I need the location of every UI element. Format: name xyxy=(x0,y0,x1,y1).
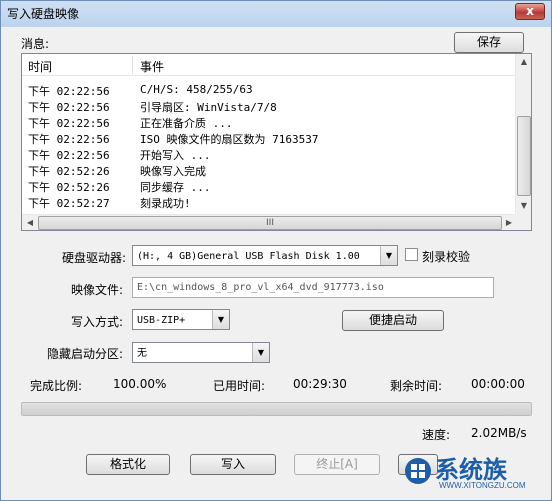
chevron-down-icon[interactable]: ▼ xyxy=(380,246,397,265)
scroll-down-icon[interactable]: ▼ xyxy=(516,198,531,214)
vertical-scroll-thumb[interactable] xyxy=(517,116,531,196)
close-button[interactable]: x xyxy=(515,3,545,20)
drive-label: 硬盘驱动器: xyxy=(62,251,127,265)
column-divider[interactable] xyxy=(132,56,133,74)
horizontal-scrollbar[interactable]: ◀ III ▶ xyxy=(22,214,517,230)
log-row[interactable]: 下午 02:52:26 同步缓存 ... xyxy=(22,178,517,194)
remaining-label: 剩余时间: xyxy=(390,379,443,393)
log-event: 开始写入 ... xyxy=(140,149,211,162)
log-row[interactable]: 下午 02:52:26 映像写入完成 xyxy=(22,162,517,178)
log-time: 下午 02:22:56 xyxy=(28,149,110,162)
vertical-scrollbar[interactable]: ▲ ▼ xyxy=(515,54,531,214)
log-row[interactable]: 下午 02:22:56 开始写入 ... xyxy=(22,146,517,162)
log-event: 映像写入完成 xyxy=(140,165,206,178)
hidden-partition-label: 隐藏启动分区: xyxy=(47,347,124,361)
progress-fill xyxy=(22,403,531,415)
log-event: 同步缓存 ... xyxy=(140,181,211,194)
write-mode-value: USB-ZIP+ xyxy=(137,315,186,326)
log-event: 刻录成功! xyxy=(140,197,191,210)
drive-select[interactable]: (H:, 4 GB)General USB Flash Disk 1.00 ▼ xyxy=(132,245,398,266)
title-bar[interactable]: 写入硬盘映像 x xyxy=(1,1,551,25)
ratio-value: 100.00% xyxy=(113,377,167,391)
scroll-up-icon[interactable]: ▲ xyxy=(516,54,531,70)
window-title: 写入硬盘映像 xyxy=(7,7,80,21)
chevron-down-icon[interactable]: ▼ xyxy=(212,310,229,329)
quick-boot-button[interactable]: 便捷启动 xyxy=(342,310,444,331)
scroll-left-icon[interactable]: ◀ xyxy=(22,215,38,230)
ratio-label: 完成比例: xyxy=(30,379,83,393)
log-event: C/H/S: 458/255/63 xyxy=(140,83,253,96)
write-button[interactable]: 写入 xyxy=(190,454,276,475)
log-time: 下午 02:22:56 xyxy=(28,117,110,130)
windows-logo-icon xyxy=(405,458,431,484)
messages-label: 消息: xyxy=(21,37,50,51)
log-time: 下午 02:22:56 xyxy=(28,101,110,114)
format-button[interactable]: 格式化 xyxy=(86,454,170,475)
speed-label: 速度: xyxy=(422,428,451,442)
elapsed-value: 00:29:30 xyxy=(293,377,347,391)
watermark: 系统族 WWW.XITONGZU.COM xyxy=(405,454,547,494)
horizontal-scroll-thumb[interactable]: III xyxy=(38,216,502,230)
watermark-title: 系统族 xyxy=(435,456,507,484)
log-row[interactable]: 下午 02:22:56 引导扇区: WinVista/7/8 xyxy=(22,98,517,114)
drive-select-value: (H:, 4 GB)General USB Flash Disk 1.00 xyxy=(137,251,360,262)
log-row[interactable]: 下午 02:22:56 正在准备介质 ... xyxy=(22,114,517,130)
save-button[interactable]: 保存 xyxy=(454,32,524,53)
hidden-partition-select[interactable]: 无 ▼ xyxy=(132,342,270,363)
log-event: 引导扇区: WinVista/7/8 xyxy=(140,101,277,114)
stop-button[interactable]: 终止[A] xyxy=(294,454,380,475)
log-time: 下午 02:52:27 xyxy=(28,197,110,210)
remaining-value: 00:00:00 xyxy=(471,377,525,391)
log-row[interactable]: 下午 02:22:56 ISO 映像文件的扇区数为 7163537 xyxy=(22,130,517,146)
log-event: ISO 映像文件的扇区数为 7163537 xyxy=(140,133,319,146)
write-mode-label: 写入方式: xyxy=(71,315,124,329)
verify-checkbox[interactable] xyxy=(405,248,418,261)
message-log[interactable]: 时间 事件 下午 02:22:56 C/H/S: 458/255/63 下午 02:… xyxy=(21,53,532,231)
image-file-field[interactable]: E:\cn_windows_8_pro_vl_x64_dvd_917773.is… xyxy=(132,277,494,298)
progress-bar xyxy=(21,402,532,416)
write-mode-select[interactable]: USB-ZIP+ ▼ xyxy=(132,309,230,330)
verify-label[interactable]: 刻录校验 xyxy=(422,248,470,265)
speed-value: 2.02MB/s xyxy=(471,426,527,440)
log-row[interactable]: 下午 02:52:27 刻录成功! xyxy=(22,194,517,210)
hidden-partition-value: 无 xyxy=(137,348,147,359)
chevron-down-icon[interactable]: ▼ xyxy=(252,343,269,362)
scroll-corner xyxy=(515,214,531,230)
image-file-label: 映像文件: xyxy=(71,283,124,297)
log-time: 下午 02:52:26 xyxy=(28,165,110,178)
write-disk-image-dialog: 写入硬盘映像 x 消息: 保存 时间 事件 下午 02:22:56 C/H/S: … xyxy=(0,0,552,501)
log-row[interactable]: 下午 02:22:56 C/H/S: 458/255/63 xyxy=(22,82,517,98)
log-header: 时间 事件 xyxy=(22,54,517,76)
log-event: 正在准备介质 ... xyxy=(140,117,233,130)
log-time: 下午 02:22:56 xyxy=(28,85,110,98)
log-time: 下午 02:52:26 xyxy=(28,181,110,194)
column-event[interactable]: 事件 xyxy=(140,58,164,75)
watermark-url: WWW.XITONGZU.COM xyxy=(439,481,526,490)
log-time: 下午 02:22:56 xyxy=(28,133,110,146)
elapsed-label: 已用时间: xyxy=(213,379,266,393)
column-time[interactable]: 时间 xyxy=(28,58,52,75)
